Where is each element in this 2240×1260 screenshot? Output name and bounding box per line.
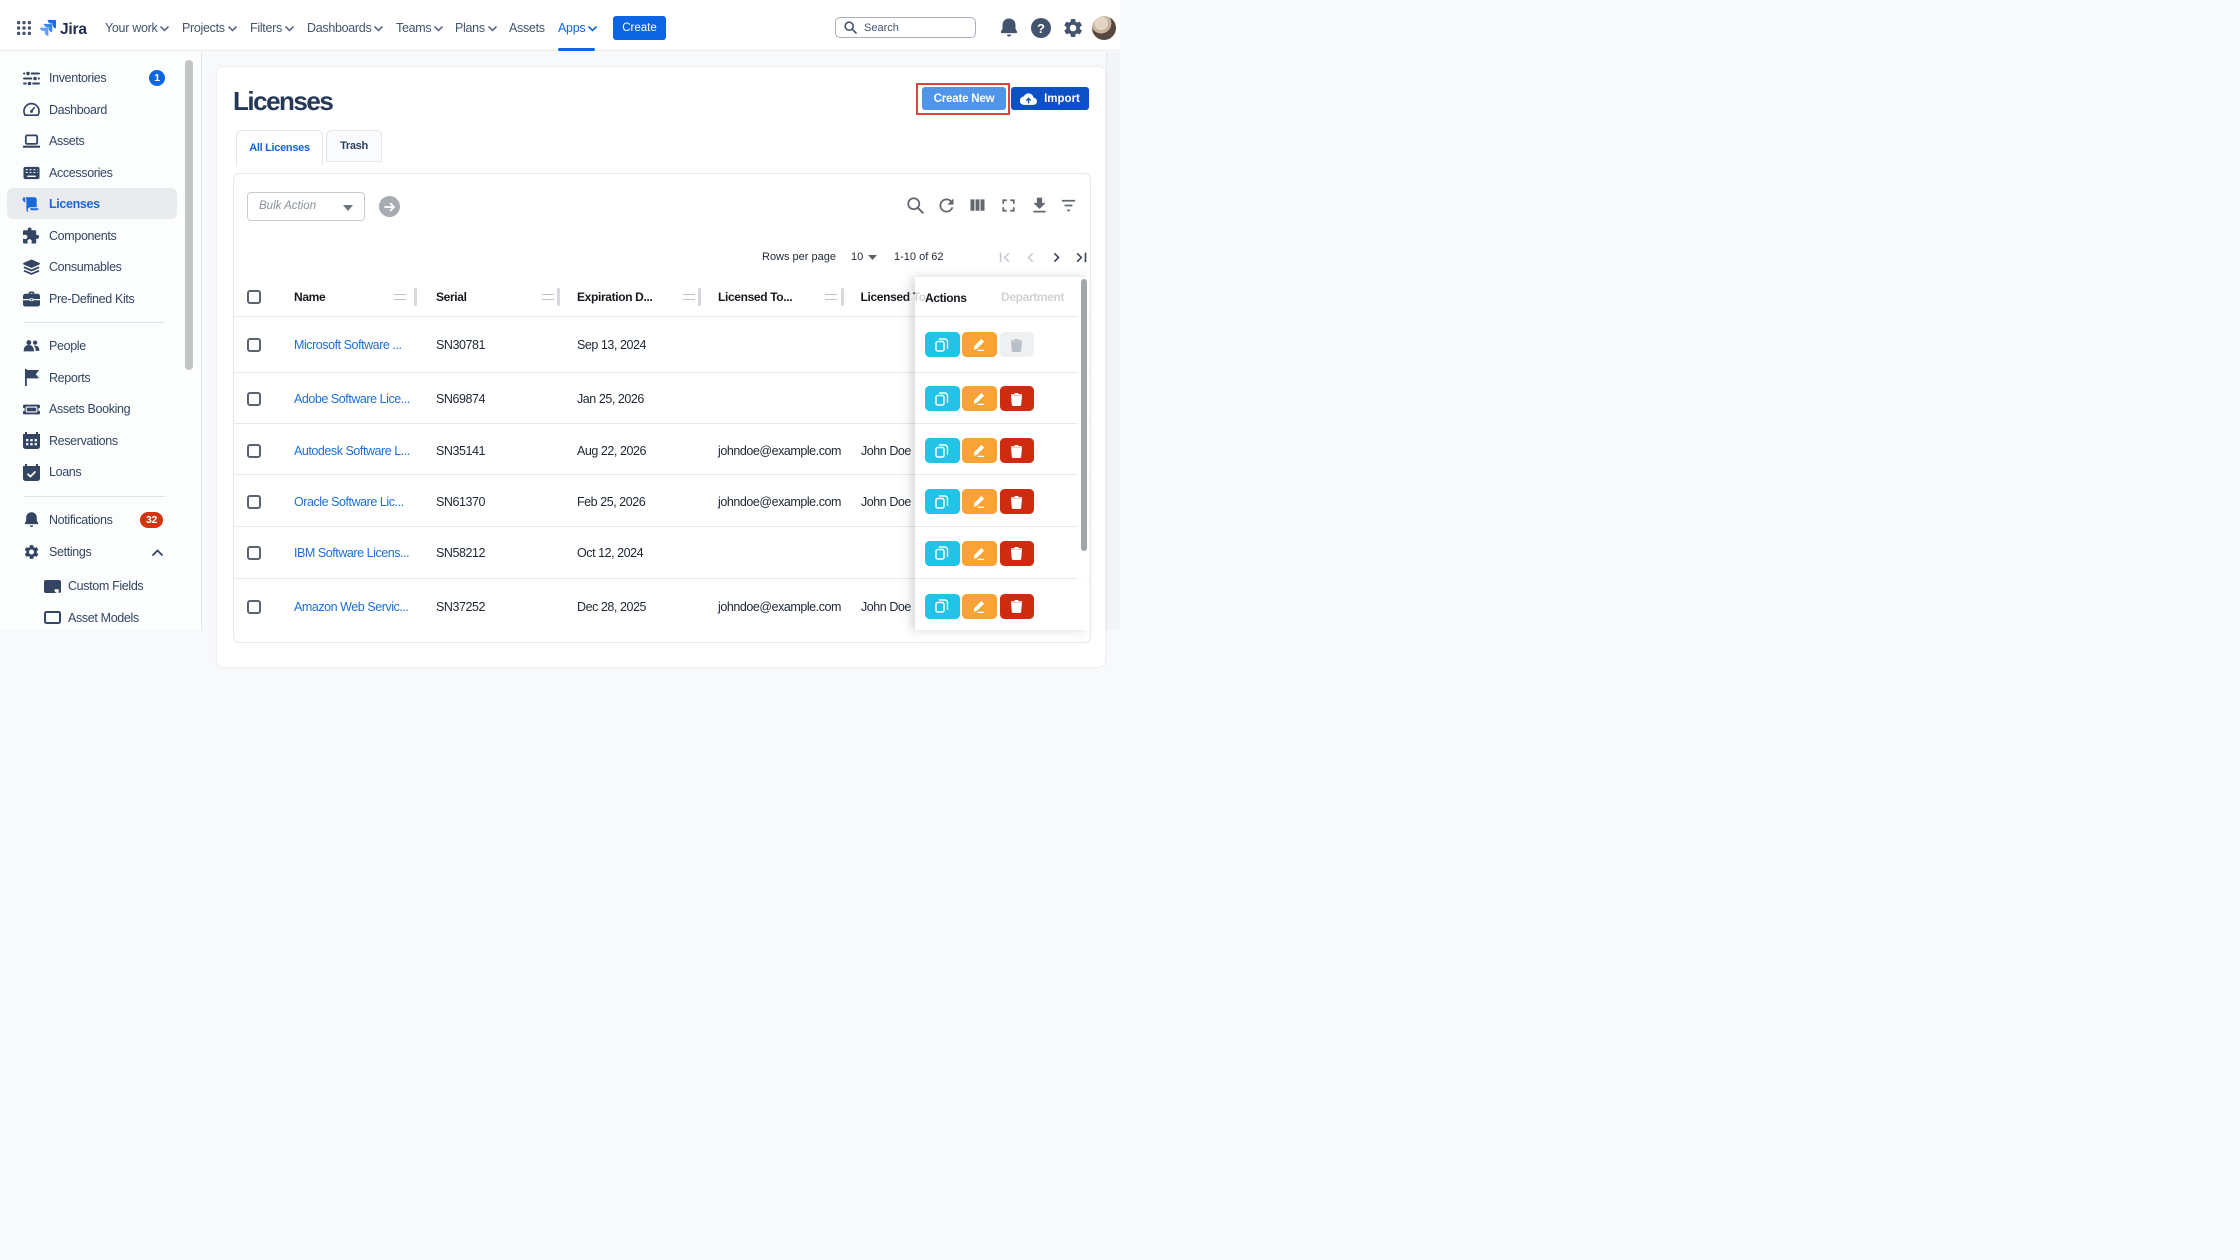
- svg-text:?: ?: [1037, 21, 1045, 36]
